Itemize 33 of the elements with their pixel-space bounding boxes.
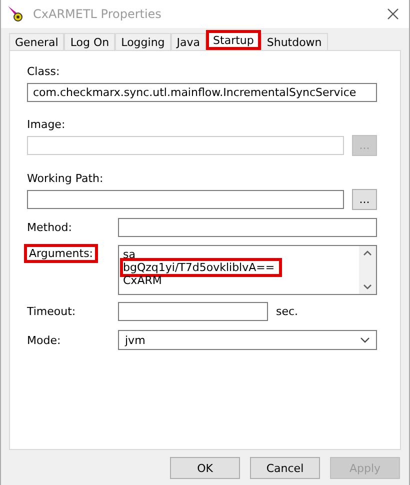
working-path-field[interactable] [27, 190, 344, 209]
field-label: Method: [27, 221, 72, 234]
argument-line: bgQzq1yi/T7d5ovkliblvA== [123, 261, 279, 274]
tab[interactable]: Java [170, 33, 206, 50]
field-label: Class: [27, 65, 61, 78]
tab[interactable]: General [9, 33, 64, 50]
argument-line: sa [123, 248, 136, 261]
tab[interactable]: Startup [206, 30, 261, 50]
tab[interactable]: Log On [64, 33, 116, 50]
tab[interactable]: Shutdown [260, 33, 328, 50]
scroll-down-icon[interactable] [363, 284, 372, 290]
mode-dropdown[interactable]: jvm [118, 330, 377, 350]
scroll-up-icon[interactable] [363, 250, 372, 256]
field-label: Timeout: [27, 305, 76, 318]
field-label: Image: [27, 118, 66, 131]
field-label: Mode: [27, 334, 61, 346]
tab[interactable]: Logging [115, 33, 171, 50]
class-field[interactable]: com.checkmarx.sync.utl.mainflow.IncrementalSyncService [27, 83, 377, 102]
field-label: Working Path: [27, 172, 104, 185]
argument-line: CxARM [123, 274, 162, 287]
window-title: CxARMETL Properties [33, 7, 162, 21]
arguments-field[interactable]: sa bgQzq1yi/T7d5ovkliblvA== CxARM [118, 245, 377, 295]
browse-button[interactable]: ... [352, 189, 377, 210]
close-icon[interactable] [387, 8, 399, 20]
dialog-button[interactable]: OK [170, 457, 240, 479]
scrollbar[interactable] [359, 246, 376, 294]
dialog-button[interactable]: Cancel [250, 457, 320, 479]
chevron-down-icon [360, 337, 370, 343]
timeout-field[interactable] [118, 302, 268, 321]
field-label: Arguments: [27, 247, 96, 260]
method-field[interactable] [118, 218, 377, 237]
unit-label: sec. [276, 305, 298, 318]
app-icon [7, 5, 25, 23]
